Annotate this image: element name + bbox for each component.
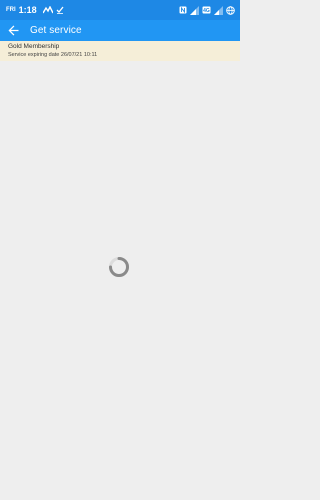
signal-icon	[190, 5, 199, 15]
membership-name: Gold Membership	[8, 43, 60, 50]
membership-banner: Gold Membership Service expiring date 26…	[0, 41, 240, 61]
page-title: Get service	[30, 25, 82, 36]
status-bar: FRI 1:18 4G	[0, 0, 240, 20]
app-bar: Get service	[0, 20, 240, 41]
activity-icon	[42, 6, 53, 14]
volte-icon: 4G	[202, 6, 211, 14]
globe-icon	[226, 5, 235, 15]
status-left: FRI 1:18	[6, 4, 64, 16]
signal-icon	[214, 5, 223, 15]
status-right: 4G	[179, 4, 235, 16]
nfc-icon	[179, 6, 187, 14]
loading-spinner-icon	[108, 256, 130, 278]
service-expiry-text: Service expiring date 26/07/21 10:11	[8, 52, 98, 58]
svg-text:4G: 4G	[203, 8, 210, 14]
status-day: FRI	[6, 7, 16, 13]
arrow-back-icon[interactable]	[6, 23, 21, 38]
status-time: 1:18	[18, 5, 37, 15]
check-icon	[56, 6, 64, 14]
